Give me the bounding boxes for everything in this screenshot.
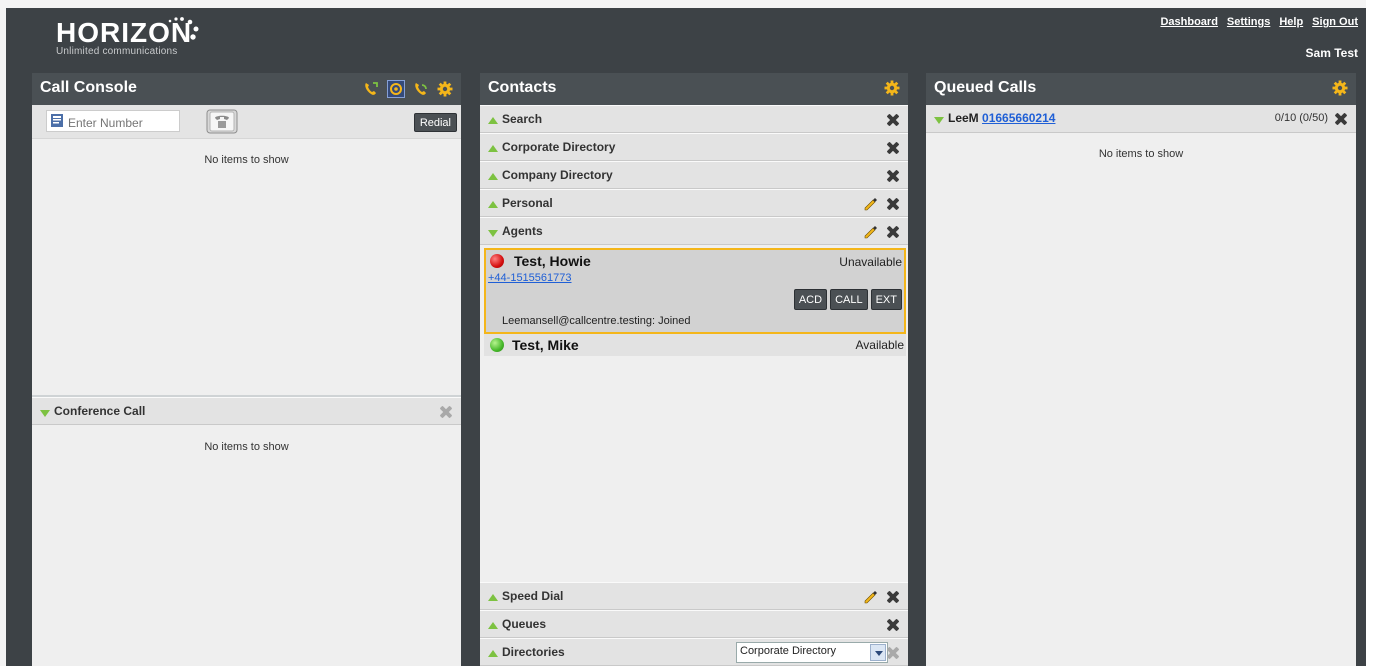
queue-header[interactable]: LeeM 01665660214 0/10 (0/50) [926,105,1356,133]
console-settings-gear-icon[interactable] [437,81,453,97]
conference-call-section: Conference Call No items to show [32,395,461,453]
personal-edit-pencil-icon[interactable] [864,197,878,211]
unavailable-status-icon [490,254,504,268]
conference-call-header[interactable]: Conference Call [32,397,461,425]
contacts-bottom-sections: Speed Dial Queues Directories Corporate … [480,582,908,666]
collapse-triangle-icon [40,410,50,417]
horizon-logo: HORIZON Unlimited communications [56,17,199,57]
expand-triangle-icon [488,117,498,124]
speed-dial-edit-pencil-icon[interactable] [864,590,878,604]
company-directory-header[interactable]: Company Directory [480,161,908,189]
expand-triangle-icon [488,594,498,601]
console-empty-message: No items to show [204,154,289,166]
call-console-toolbar [363,80,453,98]
top-links: Dashboard Settings Help Sign Out [1160,16,1358,28]
directories-header[interactable]: Directories Corporate Directory [480,638,908,666]
contacts-settings-gear-icon[interactable] [884,80,900,96]
agent-phone-link[interactable]: +44-1515561773 [488,272,572,284]
directory-select-value: Corporate Directory [740,645,836,657]
agent-row[interactable]: Test, Mike Available [484,334,906,356]
call-console-title-bar: Call Console [32,73,461,105]
ext-button[interactable]: EXT [870,289,902,310]
expand-triangle-icon [488,201,498,208]
agent-status: Available [855,338,904,352]
queued-settings-gear-icon[interactable] [1332,80,1348,96]
dial-phone-button-icon[interactable] [206,109,238,134]
dashboard-link[interactable]: Dashboard [1160,16,1217,28]
call-console-title: Call Console [40,79,137,96]
queued-empty-message: No items to show [1098,148,1184,160]
answer-call-icon[interactable] [363,81,379,97]
queue-count: 0/10 (0/50) [1274,112,1328,124]
number-input[interactable] [46,110,180,132]
conference-call-title: Conference Call [54,404,146,418]
logo-tagline: Unlimited communications [56,46,178,57]
agent-status: Unavailable [839,255,902,269]
user-name: Sam Test [1305,46,1358,60]
agent-name: Test, Mike [512,337,579,353]
call-console-panel: Call Console Enter Number Redial No item… [32,73,461,666]
company-directory-title: Company Directory [502,168,613,182]
contacts-panel: Contacts Search Corporate Directory Comp… [480,73,908,666]
acd-button[interactable]: ACD [793,289,828,310]
help-link[interactable]: Help [1279,16,1303,28]
call-center-icon[interactable] [387,80,405,98]
agents-edit-pencil-icon[interactable] [864,225,878,239]
contacts-title-bar: Contacts [480,73,908,105]
personal-close-icon[interactable] [886,197,900,211]
available-status-icon [490,338,504,352]
conference-close-icon[interactable] [439,405,453,419]
personal-header[interactable]: Personal [480,189,908,217]
agent-name: Test, Howie [514,253,591,269]
search-section-header[interactable]: Search [480,105,908,133]
corporate-directory-close-icon[interactable] [886,141,900,155]
speed-dial-close-icon[interactable] [886,590,900,604]
conference-empty-message: No items to show [204,441,289,453]
speed-dial-title: Speed Dial [502,589,564,603]
collapse-triangle-icon [488,230,498,237]
expand-triangle-icon [488,622,498,629]
expand-triangle-icon [488,145,498,152]
logo-dots-icon [168,17,199,40]
phonebook-icon[interactable] [51,114,63,127]
queues-title: Queues [502,617,547,631]
corporate-directory-title: Corporate Directory [502,140,616,154]
queues-header[interactable]: Queues [480,610,908,638]
dropdown-arrow-icon[interactable] [870,644,886,661]
queues-close-icon[interactable] [886,618,900,632]
corporate-directory-header[interactable]: Corporate Directory [480,133,908,161]
sign-out-link[interactable]: Sign Out [1312,16,1358,28]
search-close-icon[interactable] [886,113,900,127]
call-button[interactable]: CALL [830,289,868,310]
contacts-title: Contacts [488,79,557,96]
expand-triangle-icon [488,173,498,180]
agents-header[interactable]: Agents [480,217,908,245]
queue-number-link[interactable]: 01665660214 [982,111,1055,125]
queued-calls-title-bar: Queued Calls [926,73,1356,105]
agent-joined-status: Leemansell@callcentre.testing: Joined [502,315,691,327]
agents-title: Agents [502,224,543,238]
agent-action-buttons: ACD CALL EXT [793,289,902,310]
company-directory-close-icon[interactable] [886,169,900,183]
queued-calls-title: Queued Calls [934,79,1037,96]
personal-title: Personal [502,196,553,210]
settings-link[interactable]: Settings [1227,16,1270,28]
app-window: HORIZON Unlimited communications Dashboa… [0,0,1366,666]
queued-calls-panel: Queued Calls LeeM 01665660214 0/10 (0/50… [926,73,1356,666]
directories-title: Directories [502,645,565,659]
agent-card-selected[interactable]: Test, Howie Unavailable +44-1515561773 A… [484,248,906,334]
redial-button[interactable]: Redial [413,113,457,132]
queue-close-icon[interactable] [1334,112,1348,126]
search-section-title: Search [502,112,543,126]
directory-select[interactable]: Corporate Directory [736,642,888,663]
directories-close-icon[interactable] [886,646,900,660]
agents-close-icon[interactable] [886,225,900,239]
speed-dial-header[interactable]: Speed Dial [480,582,908,610]
expand-triangle-icon [488,650,498,657]
collapse-triangle-icon [934,117,944,124]
dial-row: Redial [32,105,461,139]
transfer-call-icon[interactable] [413,81,429,97]
queue-name: LeeM [948,111,979,125]
